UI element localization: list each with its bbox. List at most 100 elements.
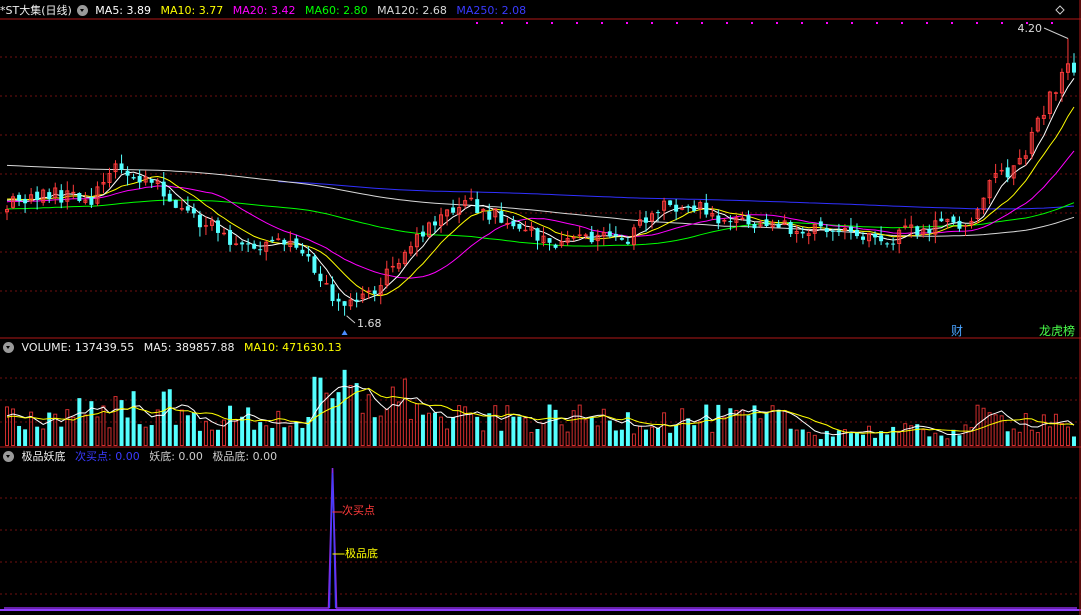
- volume-bar-up: [408, 418, 413, 447]
- volume-bar-up: [179, 409, 184, 447]
- jipin-bottom-value: 极品底: 0.00: [212, 450, 278, 463]
- volume-bar-up: [324, 392, 329, 447]
- volume-bar-down: [686, 418, 691, 446]
- candle-body-down: [625, 241, 630, 244]
- candle-body-down: [270, 239, 275, 242]
- volume-bar-down: [668, 432, 673, 446]
- volume-ma-lines: [6, 385, 1075, 436]
- volume-bar-down: [185, 415, 190, 446]
- volume-ma5-line: [6, 385, 1075, 436]
- volume-bar-down: [173, 424, 178, 446]
- candle-body-down: [17, 194, 22, 201]
- candle-body-down: [167, 193, 172, 202]
- candle-body-down: [216, 220, 220, 233]
- ma20-path: [6, 150, 1075, 279]
- candle-body-down: [644, 217, 648, 223]
- volume-bar-up: [95, 416, 100, 447]
- candle-body-down: [173, 200, 178, 208]
- candle-body-down: [668, 200, 673, 205]
- volume-bar-down: [836, 430, 841, 446]
- candle-body-up: [571, 236, 576, 239]
- candle-body-down: [306, 254, 311, 257]
- ma250-value: MA250: 2.08: [456, 4, 527, 17]
- signal-dot: [501, 22, 503, 24]
- volume-ma5-value: MA5: 389857.88: [143, 341, 235, 354]
- volume-bar-down: [644, 429, 648, 446]
- volume-bar-up: [1053, 413, 1058, 447]
- longhu-tag[interactable]: 龙虎榜: [1039, 323, 1075, 338]
- volume-bar-down: [891, 426, 896, 446]
- candle-body-up: [583, 234, 588, 237]
- candle-body-down: [282, 239, 287, 245]
- candle-body-down: [848, 226, 853, 232]
- volume-bar-up: [203, 420, 208, 446]
- volume-bar-up: [993, 414, 998, 447]
- candle-body-up: [903, 225, 908, 228]
- candle-body-down: [915, 226, 920, 236]
- signal-dot: [651, 22, 653, 24]
- jipin-bottom-line: [328, 472, 337, 609]
- candle-body-down: [228, 230, 233, 245]
- volume-bar-down: [915, 424, 920, 446]
- collapse-icon[interactable]: [3, 451, 14, 462]
- volume-bar-down: [879, 431, 884, 446]
- grid-lines: [0, 0, 1081, 615]
- volume-bar-down: [131, 391, 136, 446]
- price-header: *ST大集(日线) MA5: 3.89 MA10: 3.77 MA20: 3.4…: [0, 3, 532, 19]
- volume-bar-down: [692, 425, 697, 446]
- candle-body-up: [469, 197, 474, 200]
- volume-bar-up: [631, 433, 636, 446]
- collapse-icon[interactable]: [3, 342, 14, 353]
- volume-bar-up: [390, 386, 395, 447]
- candle-body-down: [294, 238, 299, 248]
- candle-body-down: [873, 233, 878, 238]
- candle-body-down: [951, 216, 956, 223]
- candle-body-up: [203, 225, 208, 227]
- candle-body-down: [752, 223, 757, 229]
- candle-body-down: [342, 301, 347, 306]
- candle-body-down: [89, 197, 94, 205]
- volume-bar-up: [396, 401, 401, 446]
- candle-body-down: [939, 218, 944, 222]
- candle-body-up: [999, 169, 1004, 172]
- volume-bar-down: [776, 409, 781, 446]
- volume-bar-down: [656, 427, 661, 446]
- volume-bar-up: [1047, 426, 1052, 446]
- volume-bar-down: [420, 414, 425, 446]
- volume-bar-up: [1065, 426, 1070, 446]
- candle-body-down: [607, 231, 612, 237]
- candle-body-down: [499, 210, 504, 223]
- signal-dot: [601, 22, 603, 24]
- volume-bar-up: [41, 428, 46, 446]
- volume-bar-up: [1035, 432, 1040, 446]
- volume-bar-down: [161, 391, 166, 446]
- volume-bar-up: [83, 414, 88, 446]
- candle-body-down: [957, 220, 962, 229]
- candle-body-down: [487, 211, 492, 220]
- volume-bar-up: [288, 425, 293, 446]
- volume-bar-down: [282, 427, 287, 446]
- volume-ma10-value: MA10: 471630.13: [243, 341, 342, 354]
- volume-bar-down: [197, 430, 202, 446]
- candle-body-up: [740, 217, 745, 220]
- volume-bar-down: [704, 404, 709, 446]
- volume-bar-up: [378, 415, 383, 446]
- volume-bar-down: [228, 405, 233, 446]
- candle-body-down: [1071, 62, 1076, 73]
- candle-body-down: [35, 191, 40, 201]
- volume-bar-up: [209, 429, 214, 447]
- signal-dot: [526, 22, 528, 24]
- candle-body-down: [879, 235, 884, 242]
- volume-bar-down: [17, 425, 22, 446]
- ma10-value: MA10: 3.77: [160, 4, 224, 17]
- ma20-value: MA20: 3.42: [232, 4, 296, 17]
- cai-tag[interactable]: 财: [951, 324, 963, 338]
- volume-bar-down: [252, 429, 257, 446]
- collapse-icon[interactable]: [76, 5, 88, 16]
- candle-body-down: [692, 205, 697, 211]
- indicator-lines: [4, 467, 1077, 609]
- volume-bar-down: [433, 412, 437, 446]
- signal-dot: [851, 22, 853, 24]
- volume-bar-down: [294, 421, 299, 446]
- candle-body-down: [246, 243, 251, 245]
